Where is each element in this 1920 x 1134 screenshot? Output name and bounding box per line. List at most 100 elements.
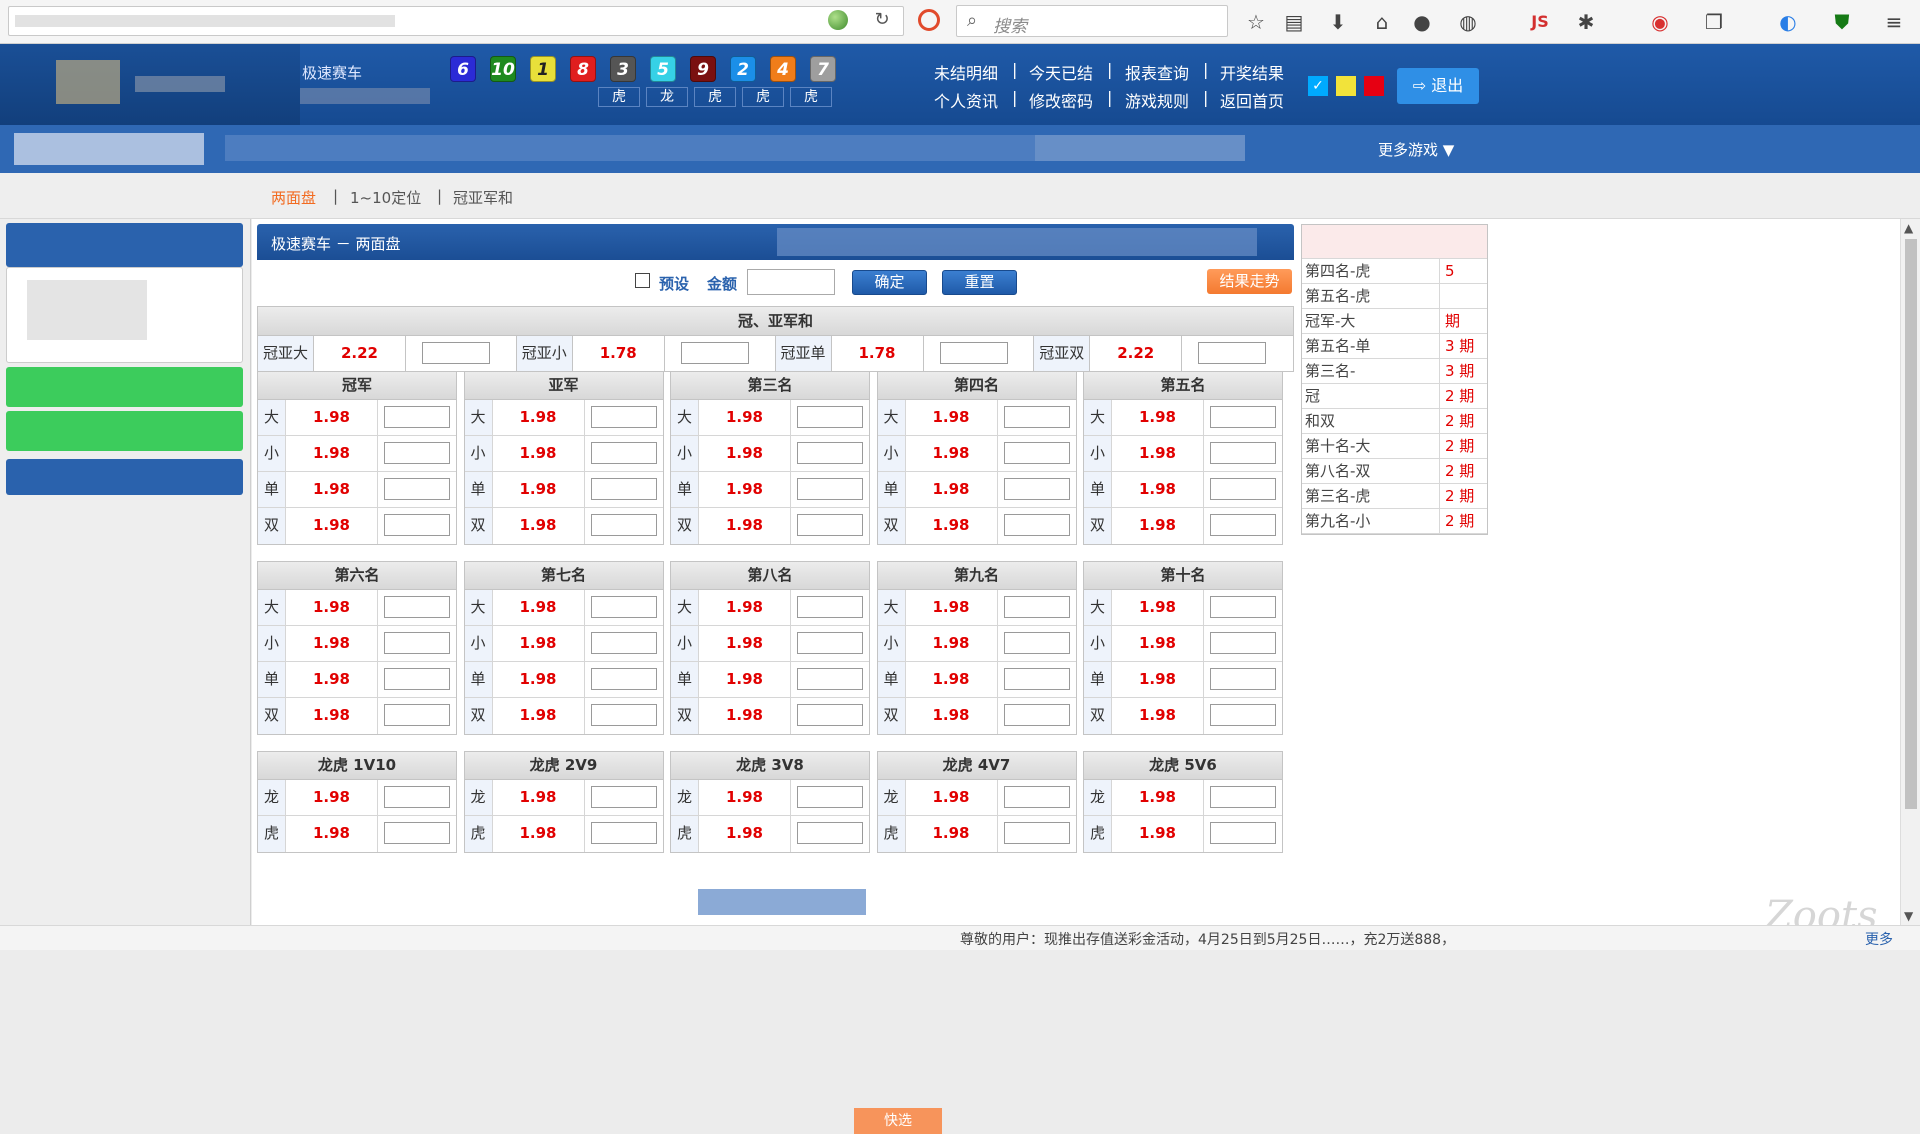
bet-amount-input[interactable] — [797, 786, 863, 808]
bet-amount-input[interactable] — [1003, 514, 1070, 536]
bet-amount-input[interactable] — [797, 442, 863, 464]
bet-odds[interactable]: 1.98 — [493, 400, 585, 435]
profile-icon[interactable]: ● — [1408, 8, 1436, 36]
bet-odds[interactable]: 2.22 — [314, 336, 406, 371]
bug-icon[interactable]: ✱ — [1572, 8, 1600, 36]
bet-odds[interactable]: 1.98 — [1112, 436, 1204, 471]
tab-1-10-position[interactable]: 1~10定位 — [350, 187, 421, 208]
bet-amount-input[interactable] — [384, 786, 450, 808]
bet-odds[interactable]: 1.98 — [493, 436, 585, 471]
bet-odds[interactable]: 1.98 — [1112, 698, 1204, 734]
bet-odds[interactable]: 1.98 — [699, 662, 791, 697]
bet-odds[interactable]: 1.98 — [906, 472, 998, 507]
reset-button[interactable]: 重置 — [942, 270, 1017, 295]
tab-sum[interactable]: 冠亚军和 — [453, 187, 513, 208]
bet-odds[interactable]: 1.98 — [286, 780, 378, 815]
bet-amount-input[interactable] — [1003, 668, 1070, 690]
bet-amount-input[interactable] — [1210, 704, 1276, 726]
bet-amount-input[interactable] — [1210, 406, 1276, 428]
bet-amount-input[interactable] — [1003, 822, 1070, 844]
bet-odds[interactable]: 1.98 — [286, 400, 378, 435]
chrome-icon[interactable]: ◐ — [1774, 8, 1802, 36]
bet-odds[interactable]: 1.78 — [832, 336, 924, 371]
bet-amount-input[interactable] — [422, 342, 490, 364]
bet-amount-input[interactable] — [590, 822, 657, 844]
bet-odds[interactable]: 1.98 — [286, 626, 378, 661]
bet-amount-input[interactable] — [384, 632, 450, 654]
bet-amount-input[interactable] — [1003, 704, 1070, 726]
bet-odds[interactable]: 1.98 — [493, 508, 585, 544]
bet-odds[interactable]: 1.98 — [1112, 662, 1204, 697]
bet-odds[interactable]: 1.98 — [1112, 626, 1204, 661]
confirm-button[interactable]: 确定 — [852, 270, 927, 295]
bet-odds[interactable]: 1.98 — [906, 698, 998, 734]
bet-odds[interactable]: 1.98 — [1112, 400, 1204, 435]
bet-odds[interactable]: 1.98 — [906, 816, 998, 852]
bet-amount-input[interactable] — [384, 822, 450, 844]
theme-red-button[interactable] — [1364, 76, 1384, 96]
bet-odds[interactable]: 2.22 — [1090, 336, 1183, 371]
bet-odds[interactable]: 1.98 — [906, 780, 998, 815]
bet-odds[interactable]: 1.98 — [699, 400, 791, 435]
palette-icon[interactable]: ◍ — [1454, 8, 1482, 36]
shield-icon[interactable]: ⛊ — [1828, 8, 1856, 36]
tabs-icon[interactable]: ❐ — [1700, 8, 1728, 36]
bet-odds[interactable]: 1.98 — [493, 780, 585, 815]
preset-checkbox[interactable] — [635, 273, 650, 288]
bet-odds[interactable]: 1.98 — [906, 590, 998, 625]
block-icon[interactable] — [918, 9, 940, 31]
bet-odds[interactable]: 1.98 — [699, 472, 791, 507]
ticker-more-link[interactable]: 更多 — [1865, 929, 1893, 949]
link-today-settled[interactable]: 今天已结 — [1029, 60, 1093, 84]
scroll-down-icon[interactable]: ▼ — [1904, 909, 1913, 923]
bet-amount-input[interactable] — [1003, 596, 1070, 618]
bet-amount-input[interactable] — [384, 406, 450, 428]
bet-odds[interactable]: 1.98 — [493, 590, 585, 625]
home-icon[interactable]: ⌂ — [1368, 8, 1396, 36]
bet-odds[interactable]: 1.98 — [286, 698, 378, 734]
extension-icon[interactable]: ◉ — [1646, 8, 1674, 36]
bet-amount-input[interactable] — [1210, 822, 1276, 844]
bet-odds[interactable]: 1.98 — [286, 816, 378, 852]
bet-amount-input[interactable] — [1003, 786, 1070, 808]
bet-amount-input[interactable] — [1210, 596, 1276, 618]
sidebar-blue-button[interactable] — [6, 459, 243, 495]
link-draw-results[interactable]: 开奖结果 — [1220, 60, 1284, 84]
bet-odds[interactable]: 1.98 — [493, 698, 585, 734]
link-home[interactable]: 返回首页 — [1220, 88, 1284, 112]
bet-amount-input[interactable] — [590, 786, 657, 808]
logout-button[interactable]: ⇨ 退出 — [1397, 68, 1479, 104]
download-icon[interactable]: ⬇ — [1324, 8, 1352, 36]
quick-bet-button[interactable]: 快选 — [854, 1108, 942, 1134]
bet-amount-input[interactable] — [680, 342, 749, 364]
bet-odds[interactable]: 1.98 — [493, 626, 585, 661]
bet-amount-input[interactable] — [1210, 786, 1276, 808]
bet-odds[interactable]: 1.98 — [906, 436, 998, 471]
bet-amount-input[interactable] — [797, 704, 863, 726]
bet-amount-input[interactable] — [384, 668, 450, 690]
link-unsettled[interactable]: 未结明细 — [934, 60, 998, 84]
scroll-up-icon[interactable]: ▲ — [1904, 221, 1913, 235]
bet-amount-input[interactable] — [1210, 514, 1276, 536]
more-games-dropdown[interactable]: 更多游戏 ▼ — [1378, 139, 1454, 160]
bet-amount-input[interactable] — [1003, 406, 1070, 428]
reading-list-icon[interactable]: ▤ — [1280, 8, 1308, 36]
bet-amount-input[interactable] — [1210, 478, 1276, 500]
bet-amount-input[interactable] — [797, 668, 863, 690]
address-bar[interactable] — [8, 6, 904, 36]
bet-amount-input[interactable] — [939, 342, 1008, 364]
reload-icon[interactable]: ↻ — [870, 8, 894, 32]
bet-odds[interactable]: 1.98 — [286, 436, 378, 471]
link-profile[interactable]: 个人资讯 — [934, 88, 998, 112]
scrollbar[interactable]: ▲ ▼ — [1900, 219, 1920, 925]
bet-amount-input[interactable] — [384, 478, 450, 500]
bet-amount-input[interactable] — [590, 406, 657, 428]
bet-odds[interactable]: 1.98 — [1112, 508, 1204, 544]
bet-odds[interactable]: 1.98 — [493, 472, 585, 507]
bet-amount-input[interactable] — [797, 406, 863, 428]
bet-amount-input[interactable] — [1003, 442, 1070, 464]
bet-odds[interactable]: 1.98 — [699, 816, 791, 852]
bet-amount-input[interactable] — [590, 442, 657, 464]
bet-odds[interactable]: 1.98 — [699, 436, 791, 471]
bet-amount-input[interactable] — [797, 822, 863, 844]
